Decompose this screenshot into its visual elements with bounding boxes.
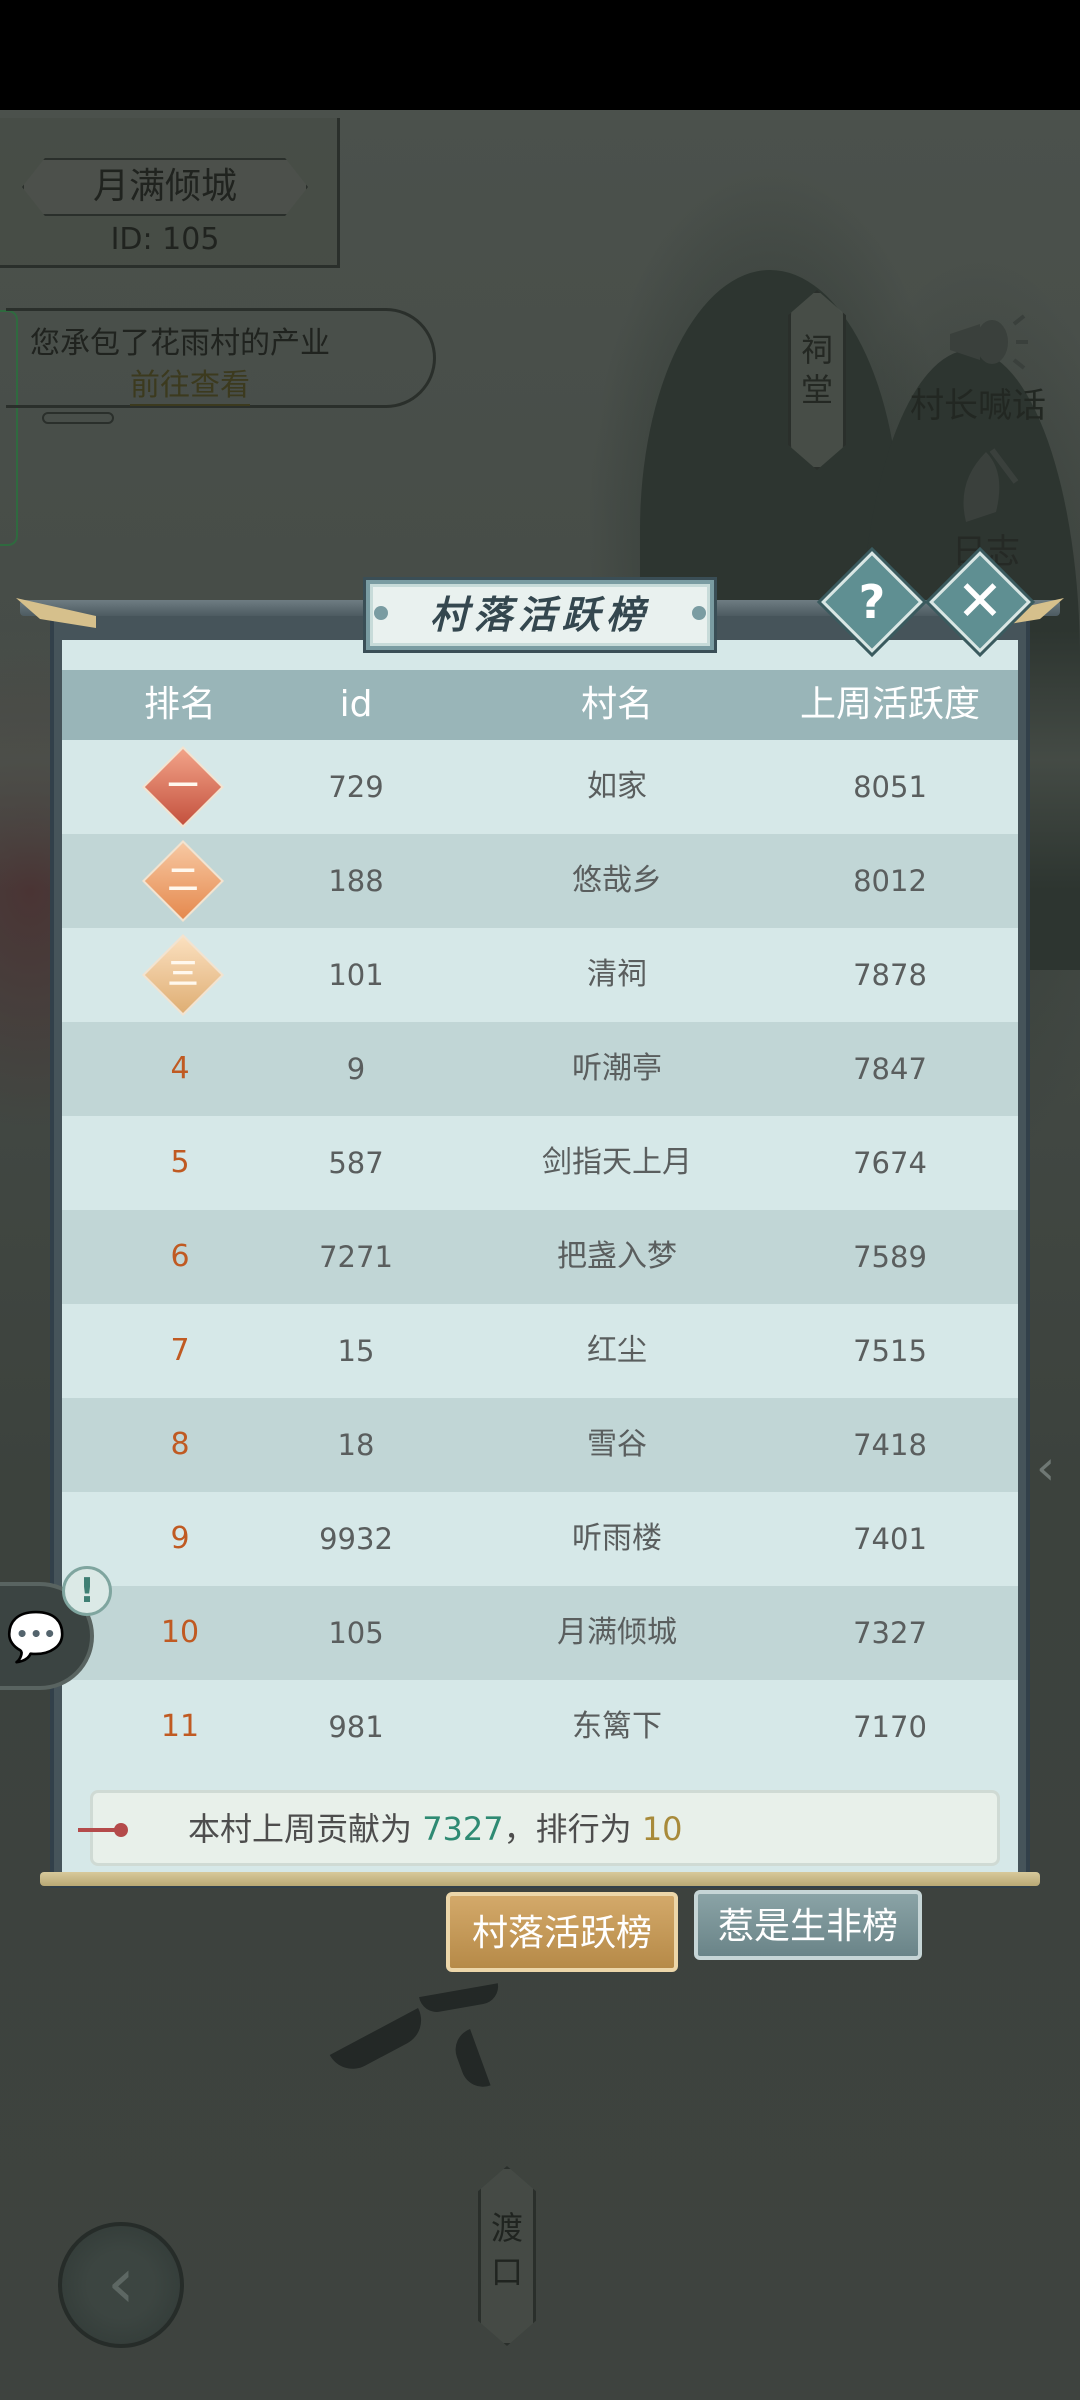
row-rank: 5 bbox=[170, 1145, 190, 1180]
brush-log-icon[interactable] bbox=[946, 442, 1026, 532]
chat-bubble-icon[interactable]: 💬 bbox=[6, 1608, 66, 1665]
row-rank: 4 bbox=[170, 1051, 190, 1086]
ferry-label: 渡 口 bbox=[490, 2209, 523, 2291]
row-village-name: 月满倾城 bbox=[557, 1615, 677, 1650]
row-activity: 8012 bbox=[853, 864, 927, 898]
table-row[interactable]: 一 729 如家 8051 bbox=[62, 740, 1018, 834]
row-activity: 7674 bbox=[853, 1146, 927, 1180]
medal-glyph: 一 bbox=[168, 769, 198, 804]
row-rank: 8 bbox=[170, 1427, 190, 1462]
row-id: 105 bbox=[328, 1616, 384, 1650]
table-row[interactable]: 5 587 剑指天上月 7674 bbox=[62, 1116, 1018, 1210]
row-activity: 7327 bbox=[853, 1616, 927, 1650]
row-activity: 7878 bbox=[853, 958, 927, 992]
notice-scroll-indicator bbox=[42, 412, 114, 424]
row-village-name: 听雨楼 bbox=[572, 1521, 662, 1556]
ranking-list[interactable]: 一 729 如家 8051 二 188 悠哉乡 8012 三 101 清祠 78… bbox=[62, 740, 1018, 1774]
medal-glyph: 三 bbox=[168, 957, 198, 992]
row-village-name: 红尘 bbox=[587, 1333, 647, 1368]
summary-rank: 10 bbox=[641, 1810, 683, 1848]
row-id: 587 bbox=[328, 1146, 384, 1180]
row-village-name: 东篱下 bbox=[572, 1709, 662, 1744]
ranking-panel: 排名 id 村名 上周活跃度 一 729 如家 8051 二 188 悠哉乡 8… bbox=[62, 640, 1018, 1874]
table-row[interactable]: 8 18 雪谷 7418 bbox=[62, 1398, 1018, 1492]
header-rank: 排名 bbox=[143, 684, 216, 725]
row-id: 188 bbox=[328, 864, 384, 898]
chief-shout-label[interactable]: 村长喊话 bbox=[910, 378, 1046, 427]
table-row[interactable]: 4 9 听潮亭 7847 bbox=[62, 1022, 1018, 1116]
scroll-rod-bottom bbox=[40, 1872, 1040, 1886]
medal-glyph: 二 bbox=[168, 863, 198, 898]
row-village-name: 雪谷 bbox=[587, 1427, 647, 1462]
row-activity: 7589 bbox=[853, 1240, 927, 1274]
table-header: 排名 id 村名 上周活跃度 bbox=[62, 670, 1018, 740]
row-activity: 7418 bbox=[853, 1428, 927, 1462]
row-id: 729 bbox=[328, 770, 384, 804]
scroll-pin-icon bbox=[78, 1828, 118, 1832]
row-id: 101 bbox=[328, 958, 384, 992]
header-id: id bbox=[339, 684, 373, 725]
scroll-pin-dot bbox=[114, 1823, 128, 1837]
question-icon[interactable]: ? bbox=[836, 566, 908, 638]
summary-prefix: 本村上周贡献为 bbox=[188, 1810, 413, 1848]
table-row[interactable]: 10 105 月满倾城 7327 bbox=[62, 1586, 1018, 1680]
row-village-name: 如家 bbox=[587, 769, 647, 804]
status-bar bbox=[0, 0, 1080, 110]
table-row[interactable]: 6 7271 把盏入梦 7589 bbox=[62, 1210, 1018, 1304]
row-village-name: 把盏入梦 bbox=[557, 1239, 677, 1274]
row-activity: 7515 bbox=[853, 1334, 927, 1368]
row-activity: 7401 bbox=[853, 1522, 927, 1556]
table-row[interactable]: 三 101 清祠 7878 bbox=[62, 928, 1018, 1022]
tab-village-activity[interactable]: 村落活跃榜 bbox=[446, 1892, 678, 1972]
row-activity: 7170 bbox=[853, 1710, 927, 1744]
village-name[interactable]: 月满倾城 bbox=[22, 158, 308, 216]
notice-text: 您承包了花雨村的产业 bbox=[30, 326, 330, 361]
row-activity: 7847 bbox=[853, 1052, 927, 1086]
summary-text: 本村上周贡献为 7327，排行为 10 bbox=[188, 1804, 683, 1850]
summary-middle: ，排行为 bbox=[503, 1810, 632, 1848]
close-icon[interactable]: ✕ bbox=[944, 566, 1016, 638]
shrine-label: 祠 堂 bbox=[800, 331, 833, 409]
table-row[interactable]: 11 981 东篱下 7170 bbox=[62, 1680, 1018, 1774]
table-row[interactable]: 9 9932 听雨楼 7401 bbox=[62, 1492, 1018, 1586]
row-id: 9932 bbox=[319, 1522, 393, 1556]
panel-title: 村落活跃榜 bbox=[429, 592, 650, 637]
row-activity: 8051 bbox=[853, 770, 927, 804]
row-village-name: 悠哉乡 bbox=[572, 863, 662, 898]
tab-troublemaker[interactable]: 惹是生非榜 bbox=[694, 1890, 922, 1960]
header-village-name: 村名 bbox=[580, 684, 653, 725]
header-activity: 上周活跃度 bbox=[799, 684, 980, 725]
row-rank: 11 bbox=[160, 1709, 200, 1744]
row-village-name: 听潮亭 bbox=[572, 1051, 662, 1086]
view-link[interactable]: 前往查看 bbox=[130, 360, 250, 406]
back-arrow-icon[interactable]: ‹ bbox=[58, 2222, 184, 2348]
row-id: 7271 bbox=[319, 1240, 393, 1274]
row-id: 981 bbox=[328, 1710, 384, 1744]
row-village-name: 剑指天上月 bbox=[542, 1145, 692, 1180]
summary-contribution: 7327 bbox=[422, 1810, 504, 1848]
row-rank: 6 bbox=[170, 1239, 190, 1274]
row-id: 15 bbox=[337, 1334, 375, 1368]
row-village-name: 清祠 bbox=[587, 957, 647, 992]
row-id: 9 bbox=[346, 1052, 366, 1086]
chevron-left-icon[interactable]: ‹ bbox=[1036, 1440, 1055, 1496]
row-id: 18 bbox=[337, 1428, 375, 1462]
row-rank: 7 bbox=[170, 1333, 190, 1368]
megaphone-icon[interactable] bbox=[940, 306, 1030, 376]
village-id: ID: 105 bbox=[110, 222, 220, 257]
table-row[interactable]: 二 188 悠哉乡 8012 bbox=[62, 834, 1018, 928]
alert-badge-icon: ! bbox=[62, 1566, 112, 1616]
table-row[interactable]: 7 15 红尘 7515 bbox=[62, 1304, 1018, 1398]
